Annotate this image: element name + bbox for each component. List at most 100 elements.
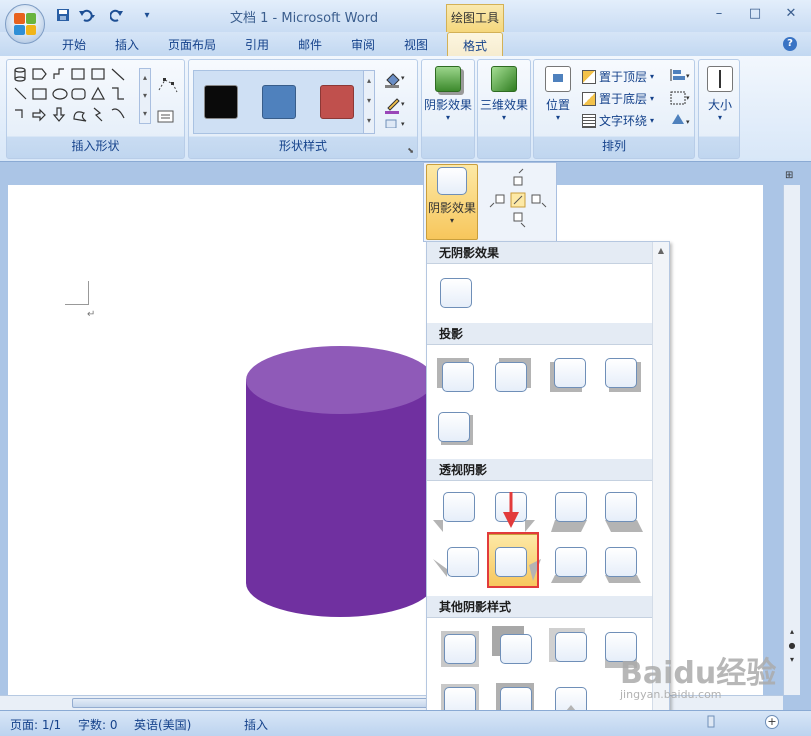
size-button[interactable]: 大小 ▾ [701, 66, 739, 122]
shadow-option[interactable] [492, 626, 534, 666]
shadow-effects-button[interactable]: 阴影效果 ▾ [424, 66, 472, 122]
shadow-option[interactable] [433, 547, 481, 579]
svg-text:▾: ▾ [401, 120, 405, 128]
send-to-back-button[interactable]: 置于底层 ▾ [582, 90, 654, 107]
style-gallery-scroll[interactable]: ▴ ▾ ▾ [363, 70, 375, 134]
style-gallery [193, 70, 369, 134]
browse-object-icons[interactable]: ▴ ● ▾ [787, 625, 797, 667]
tab-page-layout[interactable]: 页面布局 [168, 36, 216, 53]
shadow-option[interactable] [605, 547, 641, 583]
office-logo-icon [14, 13, 36, 35]
status-mode[interactable]: 插入 [244, 716, 268, 733]
group-size: 大小 ▾ [698, 59, 740, 159]
vertical-scrollbar[interactable]: ▴ ● ▾ [783, 185, 800, 695]
horizontal-scroll-thumb[interactable] [72, 698, 432, 708]
shadow-effects-active-button[interactable]: 阴影效果 ▾ [426, 164, 478, 240]
position-button[interactable]: 位置 ▾ [538, 66, 578, 122]
bring-to-front-icon [582, 69, 596, 84]
shadow-option[interactable] [551, 492, 589, 532]
close-button[interactable]: ✕ [783, 6, 799, 21]
zoom-in-icon[interactable]: + [765, 715, 779, 729]
shape-fill-outline-icons[interactable]: ▾ ▾ ▾ [383, 68, 409, 128]
shadow-effects-active-label: 阴影效果 [427, 201, 476, 215]
window-title: 文档 1 - Microsoft Word [230, 11, 379, 26]
svg-text:▾: ▾ [686, 72, 690, 80]
tab-references[interactable]: 引用 [245, 36, 269, 53]
group-3d-effects: 三维效果 ▾ [477, 59, 531, 159]
group-label-insert-shapes: 插入形状 [71, 139, 120, 153]
maximize-button[interactable]: □ [747, 6, 763, 21]
group-arrange: 位置 ▾ 置于顶层 ▾ 置于底层 ▾ 文字环绕 ▾ ▾ ▾ ▾ 排列 [533, 59, 695, 159]
save-icon[interactable] [54, 7, 72, 23]
help-icon[interactable]: ? [783, 37, 797, 51]
svg-text:▾: ▾ [401, 74, 405, 82]
status-page[interactable]: 页面: 1/1 [10, 716, 61, 733]
office-button[interactable] [5, 4, 45, 44]
tab-review[interactable]: 审阅 [351, 36, 375, 53]
minimize-button[interactable]: – [711, 6, 727, 21]
ribbon: ▴ ▾ ▾ 插入形状 ▴ ▾ ▾ ▾ ▾ ▾ ⬊ 形状样式 阴影效果 ▾ 三维效… [0, 56, 811, 162]
window-controls: – □ ✕ [711, 6, 799, 21]
3d-effects-button[interactable]: 三维效果 ▾ [480, 66, 528, 122]
text-wrap-button[interactable]: 文字环绕 ▾ [582, 112, 654, 129]
group-label-shape-styles: 形状样式 [278, 139, 327, 153]
undo-icon[interactable] [78, 7, 96, 23]
svg-text:▾: ▾ [686, 118, 690, 126]
ruler-toggle-icon[interactable]: ⊞ [785, 170, 793, 181]
align-group-rotate-icons[interactable]: ▾ ▾ ▾ [668, 66, 692, 132]
style-swatch-blue[interactable] [262, 85, 296, 119]
status-bar: 页面: 1/1 字数: 0 英语(美国) 插入 + [0, 710, 811, 736]
style-swatch-black[interactable] [204, 85, 238, 119]
svg-text:▾: ▾ [401, 100, 405, 108]
paragraph-mark: ↵ [87, 309, 96, 320]
tab-view[interactable]: 视图 [404, 36, 428, 53]
shadow-icon [435, 66, 461, 92]
watermark-url: jingyan.baidu.com [620, 688, 722, 701]
shadow-option[interactable] [495, 358, 531, 394]
margin-corner-mark [65, 281, 89, 305]
shadow-option[interactable] [605, 492, 643, 532]
watermark-logo: Baidu经验 [620, 656, 777, 691]
bring-to-front-button[interactable]: 置于顶层 ▾ [582, 68, 654, 85]
position-icon [545, 66, 571, 92]
shadow-option[interactable] [438, 412, 473, 445]
3d-cube-icon [491, 66, 517, 92]
group-label-arrange: 排列 [601, 139, 626, 153]
customize-qat-icon[interactable]: ▾ [138, 7, 156, 23]
group-insert-shapes: ▴ ▾ ▾ 插入形状 [6, 59, 185, 159]
shadow-none-option[interactable] [440, 278, 474, 310]
shadow-option[interactable] [441, 631, 479, 667]
size-icon [707, 66, 733, 92]
shadow-option[interactable] [550, 358, 588, 392]
tab-mailings[interactable]: 邮件 [298, 36, 322, 53]
text-wrap-icon [582, 113, 596, 128]
shadow-option[interactable] [605, 358, 641, 392]
shadow-option[interactable] [551, 547, 589, 583]
tab-format[interactable]: 格式 [447, 32, 503, 56]
svg-text:▾: ▾ [686, 94, 690, 102]
group-shape-styles: ▴ ▾ ▾ ▾ ▾ ▾ ⬊ 形状样式 [188, 59, 418, 159]
status-language[interactable]: 英语(美国) [134, 716, 191, 733]
zoom-slider-thumb[interactable] [704, 715, 718, 729]
edit-points-icon[interactable] [157, 76, 179, 96]
shadow-option[interactable] [433, 492, 477, 532]
cylinder-shape[interactable] [245, 343, 435, 623]
section-perspective-shadow: 透视阴影 [427, 459, 653, 481]
status-words[interactable]: 字数: 0 [78, 716, 118, 733]
scroll-up-icon[interactable]: ▲ [653, 246, 669, 255]
style-swatch-red[interactable] [320, 85, 354, 119]
section-no-shadow: 无阴影效果 [427, 242, 653, 264]
shadow-option[interactable] [437, 358, 476, 394]
title-bar: ▾ 文档 1 - Microsoft Word 绘图工具 – □ ✕ [0, 0, 811, 32]
text-box-icon[interactable] [157, 110, 175, 124]
shadow-effects-icon [437, 167, 467, 195]
text-wrap-label: 文字环绕 [599, 114, 648, 128]
nudge-shadow-icons[interactable] [488, 167, 548, 237]
tab-home[interactable]: 开始 [62, 36, 86, 53]
position-label: 位置 [545, 98, 570, 112]
tab-insert[interactable]: 插入 [115, 36, 139, 53]
shapes-scroll[interactable]: ▴ ▾ ▾ [139, 68, 151, 124]
shadow-option[interactable] [549, 628, 589, 664]
context-group-label: 绘图工具 [446, 4, 504, 32]
redo-icon[interactable] [108, 7, 126, 23]
